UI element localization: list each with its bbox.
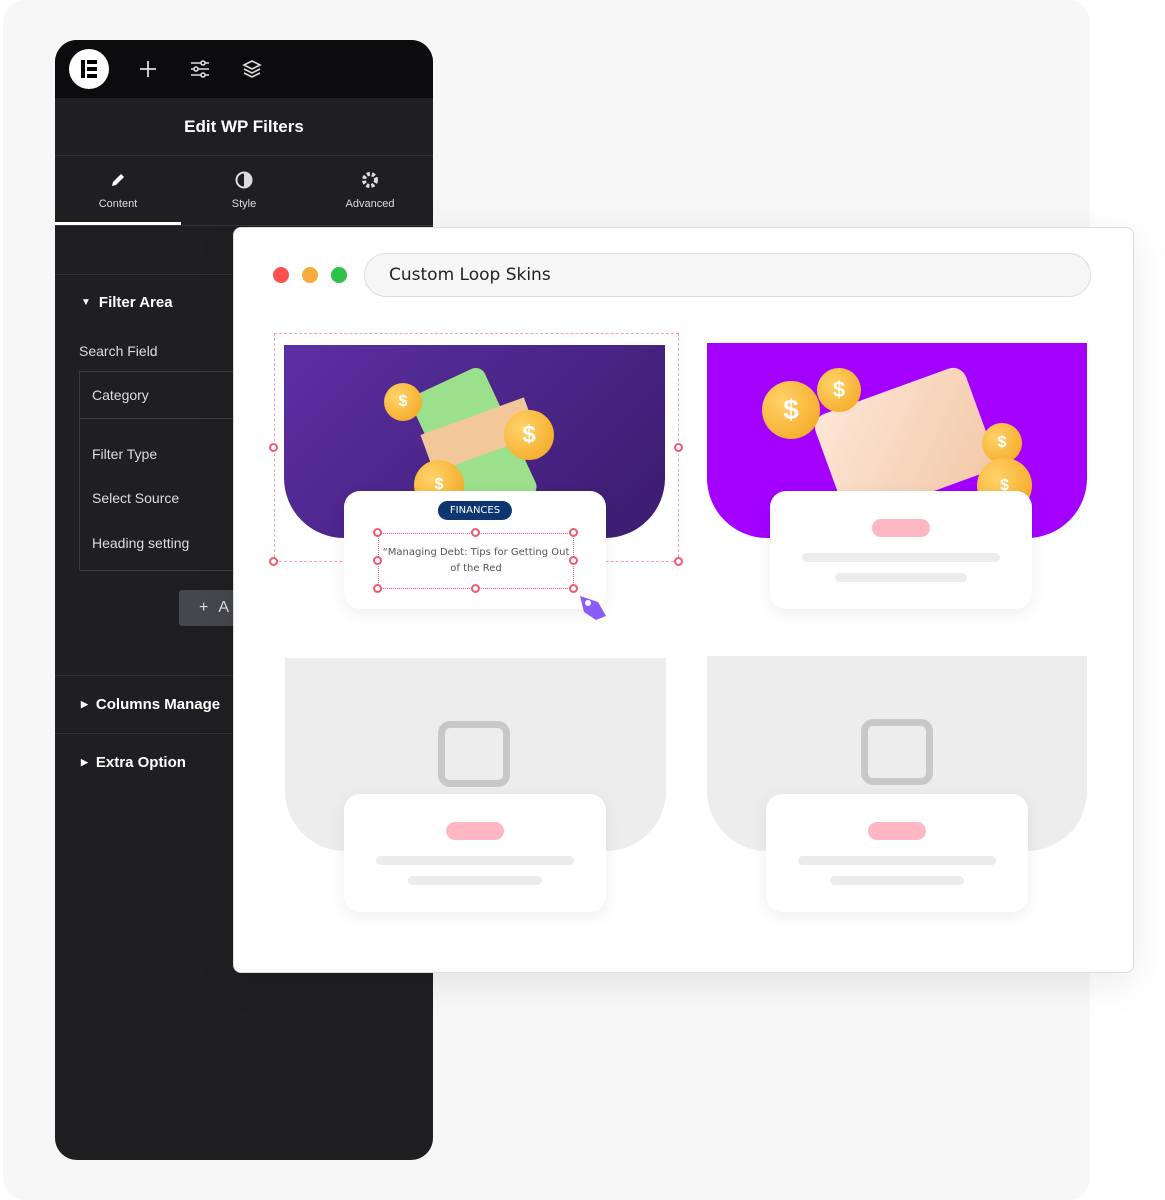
caret-down-icon: ▼	[81, 297, 91, 308]
pencil-icon	[109, 171, 127, 192]
tab-advanced[interactable]: Advanced	[307, 156, 433, 225]
plus-icon[interactable]	[135, 56, 161, 82]
layers-icon[interactable]	[239, 56, 265, 82]
browser-window: Custom Loop Skins $ $ $ FINANCES “Managi…	[233, 227, 1134, 973]
panel-tabs: Content Style Advanced	[55, 156, 433, 226]
select-source-label[interactable]: Select Source	[92, 490, 179, 506]
post-card-placeholder[interactable]	[766, 794, 1028, 912]
tab-content[interactable]: Content	[55, 156, 181, 225]
section-label: Columns Manage	[95, 696, 221, 713]
heading-setting-label[interactable]: Heading setting	[92, 535, 189, 551]
gear-icon	[361, 171, 379, 192]
section-label: Filter Area	[98, 294, 173, 311]
pen-tool-icon	[574, 590, 610, 629]
tab-label: Content	[98, 198, 138, 210]
minimize-dot[interactable]	[302, 267, 318, 283]
contrast-icon	[235, 171, 253, 192]
tab-label: Advanced	[345, 198, 395, 210]
maximize-dot[interactable]	[331, 267, 347, 283]
button-label: A	[218, 599, 230, 616]
plus-icon: +	[199, 599, 209, 616]
tab-style[interactable]: Style	[181, 156, 307, 225]
sliders-icon[interactable]	[187, 56, 213, 82]
post-title[interactable]: “Managing Debt: Tips for Getting Out of …	[378, 533, 574, 589]
post-card-placeholder[interactable]	[344, 794, 606, 912]
post-card[interactable]: FINANCES “Managing Debt: Tips for Gettin…	[344, 491, 606, 609]
filter-type-label[interactable]: Filter Type	[92, 446, 157, 462]
image-placeholder-icon	[438, 721, 510, 787]
search-field-label: Search Field	[79, 343, 158, 359]
caret-right-icon: ▶	[81, 699, 88, 709]
elementor-logo-icon[interactable]	[69, 49, 109, 89]
category-badge[interactable]: FINANCES	[437, 501, 513, 520]
repeater-item-category[interactable]: Category	[92, 387, 149, 403]
section-label: Extra Option	[95, 754, 186, 771]
close-dot[interactable]	[273, 267, 289, 283]
tab-label: Style	[231, 198, 257, 210]
image-placeholder-icon	[861, 719, 933, 785]
address-bar[interactable]: Custom Loop Skins	[364, 253, 1091, 297]
top-toolbar	[55, 40, 433, 98]
post-card-placeholder[interactable]	[770, 491, 1032, 609]
caret-right-icon: ▶	[81, 757, 88, 767]
panel-title: Edit WP Filters	[55, 98, 433, 156]
